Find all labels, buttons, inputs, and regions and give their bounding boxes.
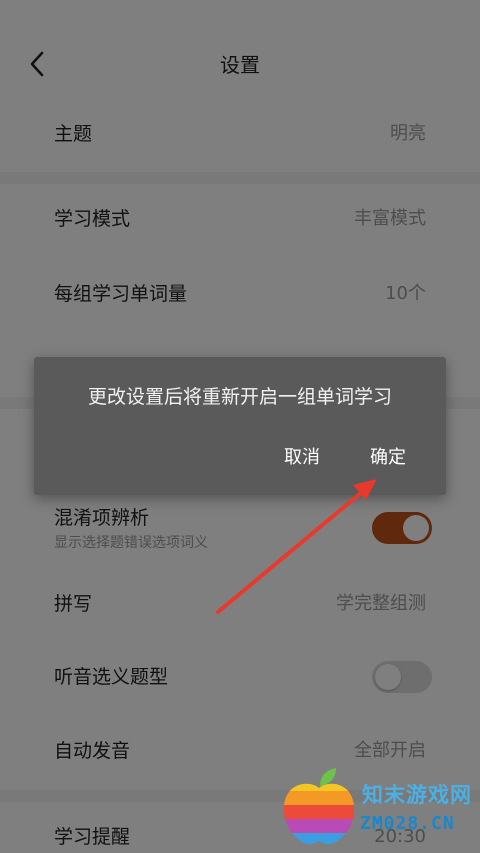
apple-logo-icon [280, 766, 358, 848]
cancel-button[interactable]: 取消 [284, 445, 320, 471]
watermark: 知末游戏网 ZM028.CN [280, 762, 480, 853]
confirm-button[interactable]: 确定 [370, 445, 406, 471]
confirm-dialog: 更改设置后将重新开启一组单词学习 取消 确定 [34, 357, 446, 495]
watermark-name: 知末游戏网 [362, 783, 472, 807]
watermark-domain: ZM028.CN [360, 813, 455, 834]
dialog-message: 更改设置后将重新开启一组单词学习 [87, 386, 392, 408]
